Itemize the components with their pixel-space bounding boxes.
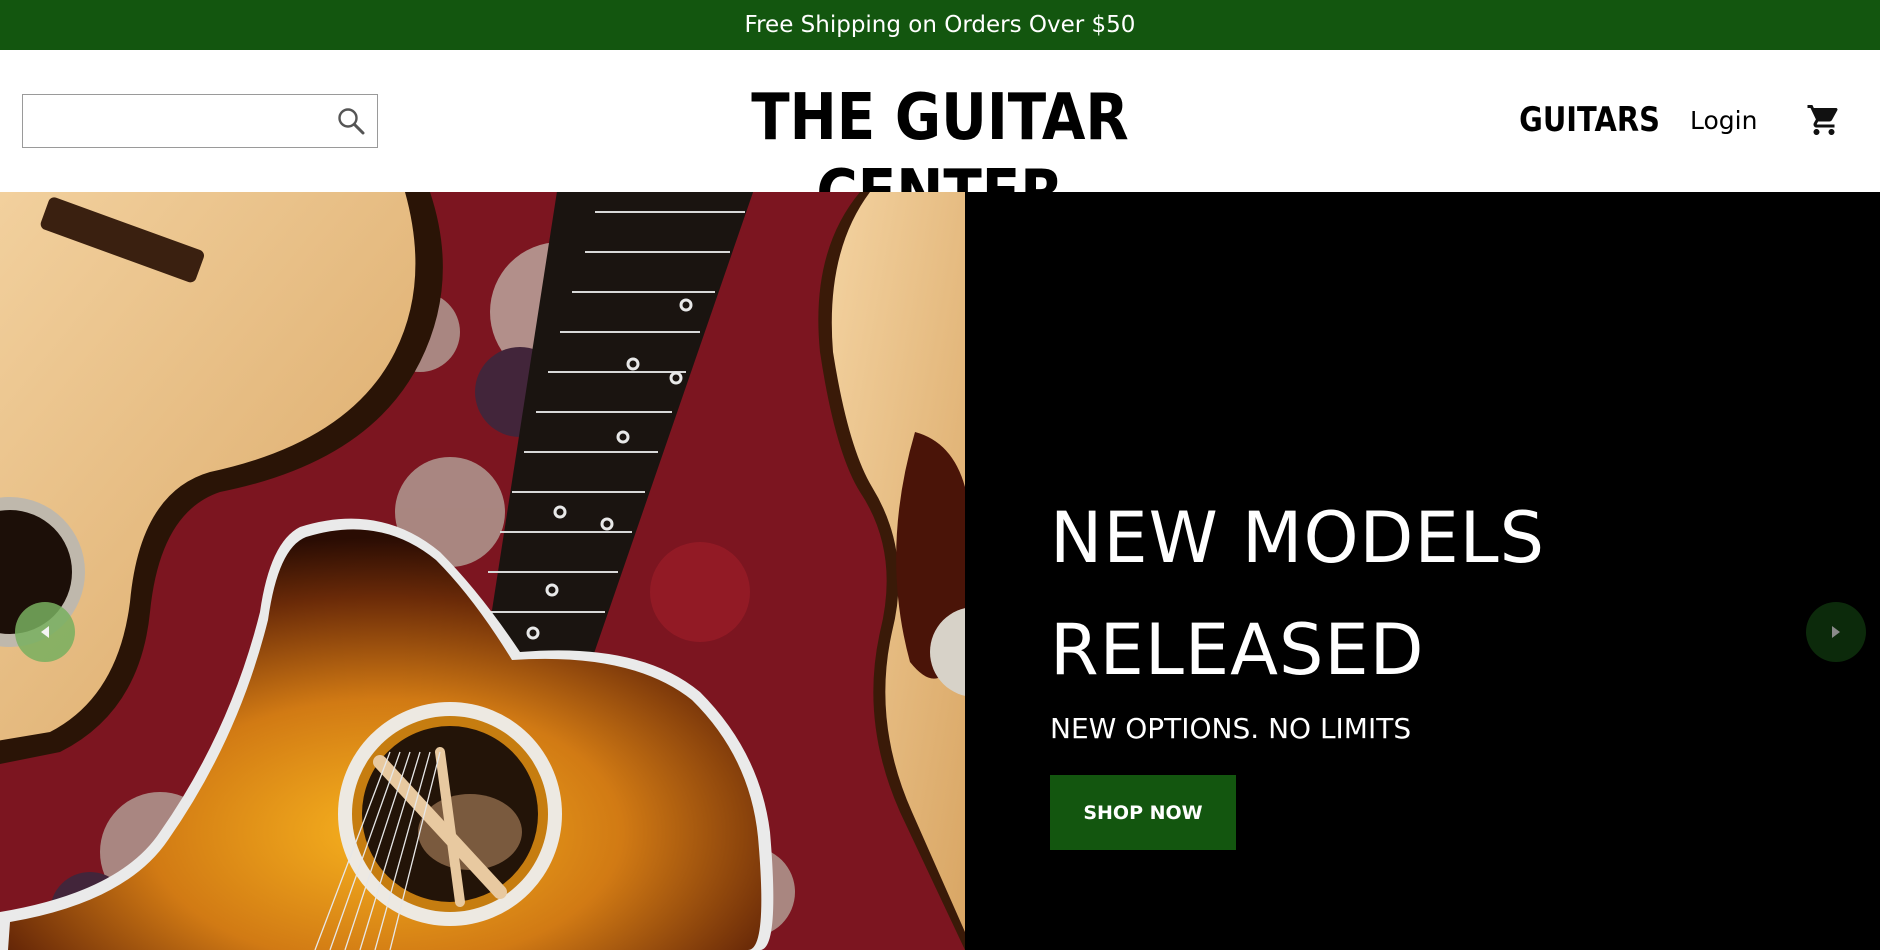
promo-bar: Free Shipping on Orders Over $50 bbox=[0, 0, 1880, 50]
hero-carousel: NEW MODELS RELEASED NEW OPTIONS. NO LIMI… bbox=[0, 192, 1880, 950]
carousel-prev-button[interactable] bbox=[15, 602, 75, 662]
nav-login[interactable]: Login bbox=[1690, 106, 1757, 135]
nav-guitars[interactable]: GUITARS bbox=[1519, 100, 1660, 140]
chevron-left-icon bbox=[41, 626, 49, 638]
carousel-next-button[interactable] bbox=[1806, 602, 1866, 662]
search-box bbox=[22, 94, 378, 148]
hero-image-guitars bbox=[0, 192, 965, 950]
promo-text: Free Shipping on Orders Over $50 bbox=[744, 12, 1136, 38]
hero-subheading: NEW OPTIONS. NO LIMITS bbox=[1050, 712, 1412, 745]
cart-icon[interactable] bbox=[1806, 102, 1842, 138]
search-input[interactable] bbox=[23, 95, 323, 147]
chevron-right-icon bbox=[1832, 626, 1840, 638]
shop-now-button[interactable]: SHOP NOW bbox=[1050, 775, 1236, 850]
search-icon[interactable] bbox=[335, 105, 367, 137]
hero-copy: NEW MODELS RELEASED NEW OPTIONS. NO LIMI… bbox=[1050, 482, 1810, 745]
hero-heading: NEW MODELS RELEASED bbox=[1050, 497, 1546, 691]
site-header: THE GUITAR CENTER GUITARS Login bbox=[0, 50, 1880, 231]
